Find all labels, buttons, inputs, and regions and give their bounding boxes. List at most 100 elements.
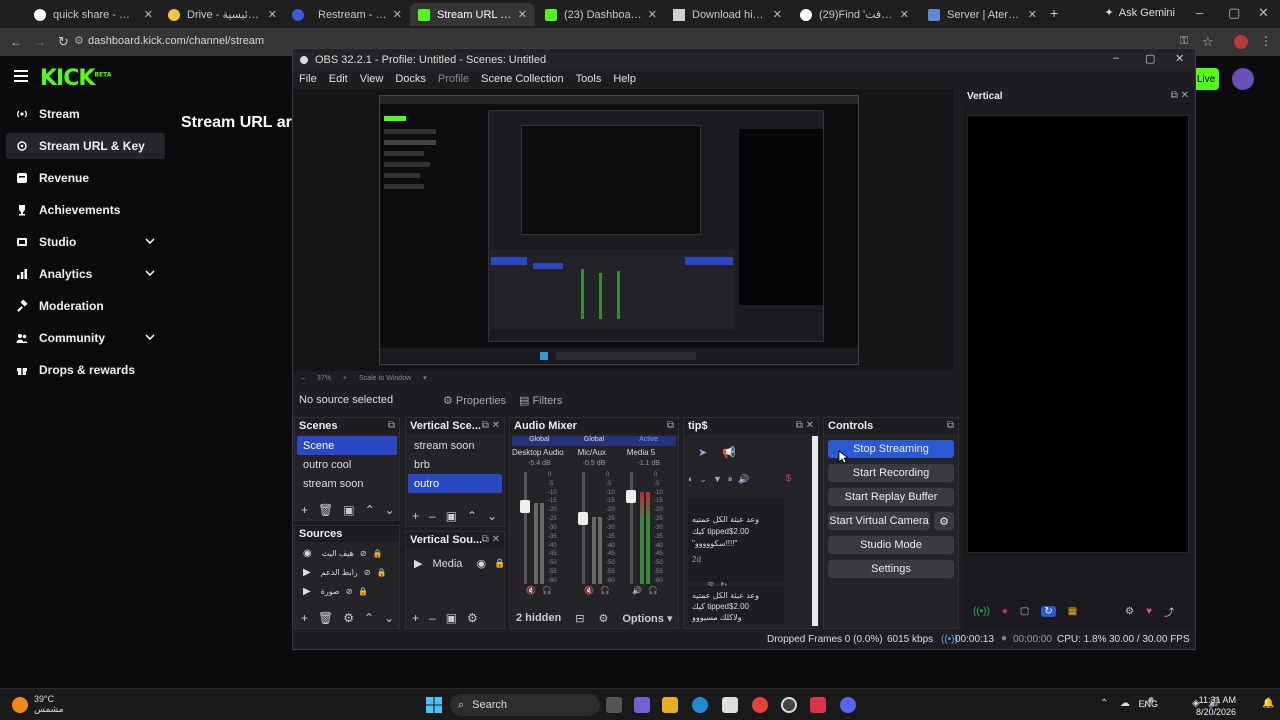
nav-item-analytics[interactable]: Analytics [6, 261, 165, 287]
browser-tab[interactable]: Server | Aternos | Free✕ [920, 3, 1045, 26]
close-icon[interactable]: ✕ [268, 8, 277, 21]
new-tab-button[interactable]: + [1050, 5, 1058, 21]
avatar[interactable] [1232, 68, 1254, 90]
close-icon[interactable]: ✕ [518, 8, 527, 21]
advanced-audio-icon[interactable]: ⚙ [598, 612, 608, 625]
menu-icon[interactable] [14, 70, 28, 82]
browser-tab[interactable]: Restream - هاي✕ [310, 3, 410, 26]
network-icon[interactable]: ☁ [1120, 698, 1130, 709]
options-dropdown[interactable]: Options ▾ [622, 612, 672, 625]
folder-icon[interactable]: ▦ [1068, 606, 1077, 617]
ask-gemini-button[interactable]: ✦ Ask Gemini [1105, 6, 1175, 20]
minimize-icon[interactable]: – [1196, 5, 1203, 20]
browser-tab-active[interactable]: Stream URL & Key - Ki✕ [410, 3, 535, 26]
mute-icon[interactable]: 🔇 [584, 586, 594, 595]
file-explorer-icon[interactable] [662, 697, 678, 713]
scene-item[interactable]: outro cool [297, 455, 397, 474]
chevron-down-icon[interactable]: ▾ [423, 374, 427, 382]
start-virtual-camera-button[interactable]: Start Virtual Camera [828, 512, 930, 530]
volume-fader-handle[interactable] [626, 490, 636, 503]
chevron-down-icon[interactable] [145, 269, 155, 277]
eye-off-icon[interactable]: ⊘ [364, 568, 371, 577]
scene-item[interactable]: stream soon [408, 436, 502, 455]
forward-icon[interactable]: → [34, 35, 46, 49]
source-item[interactable]: ▶ رابط الدعم ⊘ 🔒 [297, 563, 397, 582]
close-icon[interactable]: ✕ [773, 8, 782, 21]
undock-icon[interactable]: ⧉ [388, 420, 395, 431]
zoom-in-button[interactable]: + [343, 375, 347, 382]
obs-icon[interactable] [781, 697, 797, 713]
more-menu-icon[interactable]: ⋮ [1260, 34, 1272, 48]
add-icon[interactable]: + [412, 611, 419, 625]
preview-canvas[interactable] [293, 89, 953, 371]
zoom-out-button[interactable]: – [301, 375, 305, 382]
chevron-down-icon[interactable] [145, 237, 155, 245]
reload-icon[interactable]: ↻ [58, 34, 69, 50]
nav-item-community[interactable]: Community [6, 325, 165, 351]
browser-tab[interactable]: Download history✕ [665, 3, 790, 26]
add-icon[interactable]: + [301, 611, 308, 625]
windows-start-icon[interactable] [426, 697, 442, 713]
live-badge[interactable]: Live [1193, 68, 1219, 90]
source-item[interactable]: ▶ صورة ⊘ 🔒 [297, 582, 397, 601]
filter-icon[interactable]: ▣ [446, 611, 457, 625]
undock-icon[interactable]: ⧉ [667, 420, 674, 431]
filter-icon[interactable]: ▣ [446, 509, 457, 523]
monitor-headphones-icon[interactable]: 🎧 [600, 586, 610, 595]
add-icon[interactable]: + [301, 503, 308, 517]
gear-icon[interactable]: ⚙ [1125, 606, 1134, 617]
browser-tab[interactable]: (29)Find 'ماين كرافت'✕ [792, 3, 917, 26]
weather-widget[interactable]: 39°C مشمس [12, 694, 64, 715]
trash-icon[interactable]: 🗑 [318, 503, 333, 517]
arrow-down-icon[interactable]: ⌄ [384, 611, 394, 625]
start-replay-buffer-button[interactable]: Start Replay Buffer [828, 488, 954, 506]
menu-profile[interactable]: Profile [438, 73, 469, 85]
volume-fader-handle[interactable] [520, 500, 530, 513]
nav-item-revenue[interactable]: Revenue [6, 165, 165, 191]
virtual-camera-gear-icon[interactable]: ⚙ [934, 512, 954, 530]
mute-icon[interactable]: 🔇 [526, 586, 536, 595]
notification-bell-icon[interactable]: 🔔 [1262, 698, 1274, 709]
nav-item-moderation[interactable]: Moderation [6, 293, 165, 319]
lock-icon[interactable]: 🔒 [377, 568, 387, 577]
monitor-headphones-icon[interactable]: 🎧 [648, 586, 658, 595]
scene-item[interactable]: stream soon [297, 474, 397, 493]
edge-icon[interactable] [692, 697, 708, 713]
add-icon[interactable]: + [412, 509, 419, 523]
volume-fader-track[interactable] [582, 472, 585, 584]
arrow-up-icon[interactable]: ⌃ [364, 611, 374, 625]
tray-chevron-icon[interactable]: ⌃ [1100, 698, 1108, 709]
start-recording-button[interactable]: Start Recording [828, 464, 954, 482]
menu-edit[interactable]: Edit [329, 73, 348, 85]
profile-avatar[interactable] [1234, 35, 1248, 49]
browser-tab[interactable] [284, 3, 308, 26]
close-icon[interactable]: ⧉ ✕ [482, 534, 500, 545]
volume-fader-track[interactable] [524, 472, 527, 584]
source-item[interactable]: ▶ Media ◉ 🔒 [408, 554, 505, 573]
lock-icon[interactable]: 🔒 [494, 558, 505, 569]
chevron-down-icon[interactable] [145, 333, 155, 341]
close-icon[interactable]: ⧉ ✕ [482, 420, 500, 431]
minimize-icon[interactable]: – [1113, 52, 1119, 64]
copilot-icon[interactable] [634, 697, 650, 713]
scale-mode[interactable]: Scale to Window [359, 375, 411, 382]
password-key-icon[interactable]: ⚿ [1180, 35, 1188, 48]
properties-button[interactable]: ⚙ Properties [443, 394, 506, 407]
send-icon[interactable]: ➤ [698, 446, 707, 459]
close-icon[interactable]: ✕ [648, 8, 657, 21]
vertical-canvas[interactable] [967, 115, 1189, 553]
taskbar-search[interactable]: ⌕ Search [450, 694, 600, 716]
close-icon[interactable]: ✕ [900, 8, 909, 21]
lock-icon[interactable]: 🔒 [373, 549, 383, 558]
maximize-icon[interactable]: ▢ [1145, 52, 1155, 65]
close-icon[interactable]: ⧉ ✕ [796, 420, 814, 431]
close-window-icon[interactable]: ✕ [1258, 5, 1269, 21]
hidden-count[interactable]: 2 hidden [516, 612, 561, 624]
share-icon[interactable]: ⤴ [1164, 604, 1174, 619]
site-info-icon[interactable]: ⚙ [74, 34, 84, 47]
close-icon[interactable]: ✕ [144, 8, 153, 21]
menu-scene-collection[interactable]: Scene Collection [481, 73, 564, 85]
filters-button[interactable]: ▤ Filters [519, 394, 562, 407]
eye-icon[interactable]: ◉ [476, 557, 486, 570]
kick-logo[interactable]: KICKBETA [40, 66, 111, 91]
